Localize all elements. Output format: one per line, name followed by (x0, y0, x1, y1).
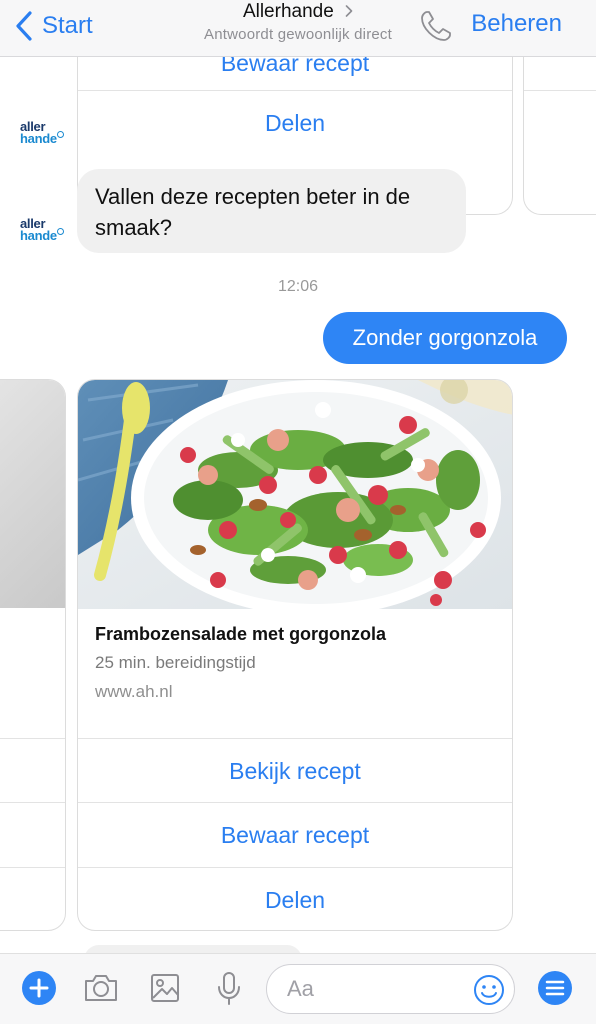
recipe-image (0, 380, 65, 608)
message-thread[interactable]: Bewaar recept Delen aller hande aller ha… (0, 57, 596, 953)
logo-dot (57, 228, 64, 235)
plus-icon[interactable] (21, 970, 57, 1006)
view-recipe-button[interactable]: Bekijk recept (78, 739, 512, 803)
divider (0, 802, 65, 803)
next-recipe-card-peek[interactable] (523, 57, 596, 215)
chevron-right-icon (345, 5, 353, 17)
message-timestamp: 12:06 (277, 278, 319, 295)
manage-button[interactable]: Beheren (471, 10, 562, 38)
divider (0, 867, 65, 868)
microphone-icon[interactable] (211, 970, 247, 1006)
recipe-prep-time: 25 min. bereidingstijd (95, 653, 256, 672)
page-title: Allerhande (242, 1, 334, 22)
conversation-header: Start Allerhande Antwoordt gewoonlijk di… (0, 0, 596, 57)
message-input[interactable] (287, 973, 457, 1005)
image-icon[interactable] (147, 970, 183, 1006)
composer-bar (0, 953, 596, 1024)
avatar[interactable]: aller hande (20, 216, 68, 244)
emoji-icon[interactable] (472, 973, 506, 1007)
phone-icon[interactable] (418, 8, 454, 44)
divider (524, 90, 596, 91)
bot-message: Vallen deze recepten beter in de smaak? (77, 169, 466, 253)
avatar[interactable]: aller hande (20, 119, 68, 147)
recipe-card: Frambozensalade met gorgonzola 25 min. b… (77, 379, 513, 931)
logo-dot (57, 131, 64, 138)
camera-icon[interactable] (83, 970, 119, 1006)
share-button[interactable]: Delen (78, 91, 512, 155)
recipe-info[interactable]: Frambozensalade met gorgonzola 25 min. b… (95, 623, 502, 703)
recipe-source-url: www.ah.nl (95, 682, 173, 701)
recipe-title: Frambozensalade met gorgonzola (95, 624, 387, 644)
previous-recipe-card-peek[interactable] (0, 379, 66, 931)
user-message[interactable]: Zonder gorgonzola (323, 312, 567, 364)
next-message-peek (84, 945, 302, 953)
save-recipe-button[interactable]: Bewaar recept (78, 803, 512, 867)
divider (0, 738, 65, 739)
recipe-image[interactable] (78, 380, 512, 609)
menu-icon[interactable] (537, 970, 573, 1006)
message-input-wrapper (266, 964, 515, 1014)
share-button[interactable]: Delen (78, 868, 512, 930)
